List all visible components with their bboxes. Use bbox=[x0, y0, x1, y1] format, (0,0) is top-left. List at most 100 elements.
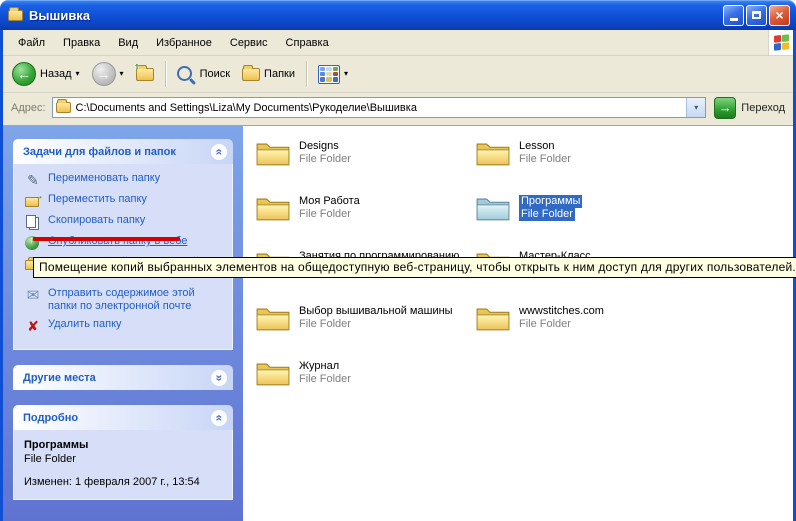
back-icon: ← bbox=[12, 62, 36, 86]
up-button[interactable]: ↑ bbox=[131, 65, 159, 84]
menu-item[interactable]: Правка bbox=[54, 33, 109, 53]
menu-item[interactable]: Файл bbox=[9, 33, 54, 53]
task-item[interactable]: Переименовать папку bbox=[24, 172, 226, 188]
task-label: Переименовать папку bbox=[48, 172, 160, 185]
folder-name: Журнал bbox=[299, 360, 339, 373]
forward-icon: → bbox=[92, 62, 116, 86]
menu-item[interactable]: Справка bbox=[277, 33, 338, 53]
windows-flag-icon bbox=[774, 34, 789, 51]
folder-item[interactable]: Выбор вышивальной машины File Folder bbox=[255, 302, 475, 357]
folder-type: File Folder bbox=[299, 208, 351, 221]
folder-item[interactable]: Программы File Folder bbox=[475, 192, 695, 247]
folder-item[interactable]: Designs File Folder bbox=[255, 137, 475, 192]
chevron-down-icon: » bbox=[213, 374, 225, 381]
minimize-button[interactable] bbox=[723, 5, 744, 26]
menu-bar: Файл Правка Вид Избранное Сервис Справка bbox=[3, 30, 793, 56]
task-label: Переместить папку bbox=[48, 193, 147, 206]
folder-icon bbox=[475, 302, 511, 332]
window-controls: × bbox=[723, 5, 790, 26]
windows-logo bbox=[768, 30, 793, 55]
other-places-header[interactable]: Другие места » bbox=[13, 365, 233, 390]
window-folder-icon bbox=[8, 10, 23, 21]
maximize-icon bbox=[752, 11, 761, 19]
toolbar-separator bbox=[165, 61, 166, 87]
details-panel-header[interactable]: Подробно « bbox=[13, 405, 233, 430]
main-area: Задачи для файлов и папок « Переименоват… bbox=[3, 126, 793, 521]
details-folder-name: Программы bbox=[24, 438, 226, 452]
address-field[interactable]: C:\Documents and Settings\Liza\My Docume… bbox=[52, 97, 707, 118]
explorer-window: Вышивка × Файл Правка Вид Избранное Серв… bbox=[0, 0, 796, 521]
views-icon bbox=[318, 65, 340, 84]
folder-type: File Folder bbox=[519, 318, 571, 331]
chevron-up-icon: « bbox=[213, 148, 225, 155]
folder-item[interactable]: Моя Работа File Folder bbox=[255, 192, 475, 247]
maximize-button[interactable] bbox=[746, 5, 767, 26]
email-icon bbox=[24, 287, 42, 303]
folder-type: File Folder bbox=[299, 153, 351, 166]
tasks-collapse-button[interactable]: « bbox=[210, 143, 228, 161]
address-label: Адрес: bbox=[11, 102, 46, 114]
tasks-panel-header[interactable]: Задачи для файлов и папок « bbox=[13, 139, 233, 164]
forward-dropdown-caret-icon[interactable]: ▾ bbox=[120, 70, 124, 78]
folder-name: Моя Работа bbox=[299, 195, 360, 208]
folder-labels: Designs File Folder bbox=[299, 137, 351, 166]
other-places-expand-button[interactable]: » bbox=[210, 369, 228, 387]
folder-labels: wwwstitches.com File Folder bbox=[519, 302, 604, 331]
views-dropdown-caret-icon[interactable]: ▾ bbox=[344, 70, 348, 78]
folder-type: File Folder bbox=[299, 373, 351, 386]
folder-item[interactable]: Журнал File Folder bbox=[255, 357, 475, 412]
minimize-icon bbox=[730, 18, 738, 21]
task-item[interactable]: Скопировать папку bbox=[24, 214, 226, 230]
window-title: Вышивка bbox=[29, 8, 717, 23]
folders-button[interactable]: Папки bbox=[237, 65, 300, 84]
menu-item[interactable]: Сервис bbox=[221, 33, 277, 53]
go-label: Переход bbox=[741, 102, 785, 114]
address-dropdown-button[interactable]: ▾ bbox=[686, 98, 705, 117]
folder-icon bbox=[255, 137, 291, 167]
task-item[interactable]: Переместить папку bbox=[24, 193, 226, 209]
go-arrow-icon: → bbox=[714, 97, 736, 119]
menu-item[interactable]: Избранное bbox=[147, 33, 221, 53]
copy-icon bbox=[24, 214, 42, 230]
task-item[interactable]: Удалить папку bbox=[24, 318, 226, 334]
task-item[interactable]: Отправить содержимое этой папки по элект… bbox=[24, 287, 226, 313]
folder-icon bbox=[475, 192, 511, 222]
folder-labels: Программы File Folder bbox=[519, 192, 582, 221]
address-folder-icon bbox=[56, 102, 71, 113]
go-button[interactable]: → Переход bbox=[712, 97, 787, 119]
folder-icon bbox=[255, 192, 291, 222]
search-icon bbox=[177, 66, 192, 81]
chevron-down-icon: ▾ bbox=[694, 103, 698, 112]
forward-button[interactable]: → ▾ bbox=[87, 59, 129, 89]
folder-labels: Lesson File Folder bbox=[519, 137, 571, 166]
back-button[interactable]: ← Назад ▾ bbox=[7, 59, 85, 89]
details-collapse-button[interactable]: « bbox=[210, 409, 228, 427]
tasks-panel: Задачи для файлов и папок « Переименоват… bbox=[13, 139, 233, 350]
toolbar-separator bbox=[306, 61, 307, 87]
address-bar: Адрес: C:\Documents and Settings\Liza\My… bbox=[3, 93, 793, 126]
details-folder-type: File Folder bbox=[24, 452, 226, 466]
task-label: Удалить папку bbox=[48, 318, 122, 331]
close-button[interactable]: × bbox=[769, 5, 790, 26]
folder-type: File Folder bbox=[519, 153, 571, 166]
folder-name: Designs bbox=[299, 140, 339, 153]
publish-tooltip: Помещение копий выбранных элементов на о… bbox=[33, 257, 796, 278]
delete-icon bbox=[24, 318, 42, 334]
folder-name: Выбор вышивальной машины bbox=[299, 305, 453, 318]
menu-item[interactable]: Вид bbox=[109, 33, 147, 53]
back-label: Назад bbox=[40, 68, 72, 80]
folder-labels: Моя Работа File Folder bbox=[299, 192, 360, 221]
folder-name: Программы bbox=[519, 195, 582, 208]
search-button[interactable]: Поиск bbox=[172, 63, 235, 86]
rename-icon bbox=[24, 172, 42, 188]
title-bar[interactable]: Вышивка × bbox=[0, 0, 796, 30]
folder-item[interactable]: Lesson File Folder bbox=[475, 137, 695, 192]
task-label: Скопировать папку bbox=[48, 214, 145, 227]
sidebar: Задачи для файлов и папок « Переименоват… bbox=[3, 126, 243, 521]
views-button[interactable]: ▾ bbox=[313, 62, 353, 87]
folder-item[interactable]: wwwstitches.com File Folder bbox=[475, 302, 695, 357]
address-path[interactable]: C:\Documents and Settings\Liza\My Docume… bbox=[76, 102, 682, 114]
back-dropdown-caret-icon[interactable]: ▾ bbox=[76, 70, 80, 78]
folder-icon bbox=[255, 302, 291, 332]
folder-icon bbox=[475, 137, 511, 167]
